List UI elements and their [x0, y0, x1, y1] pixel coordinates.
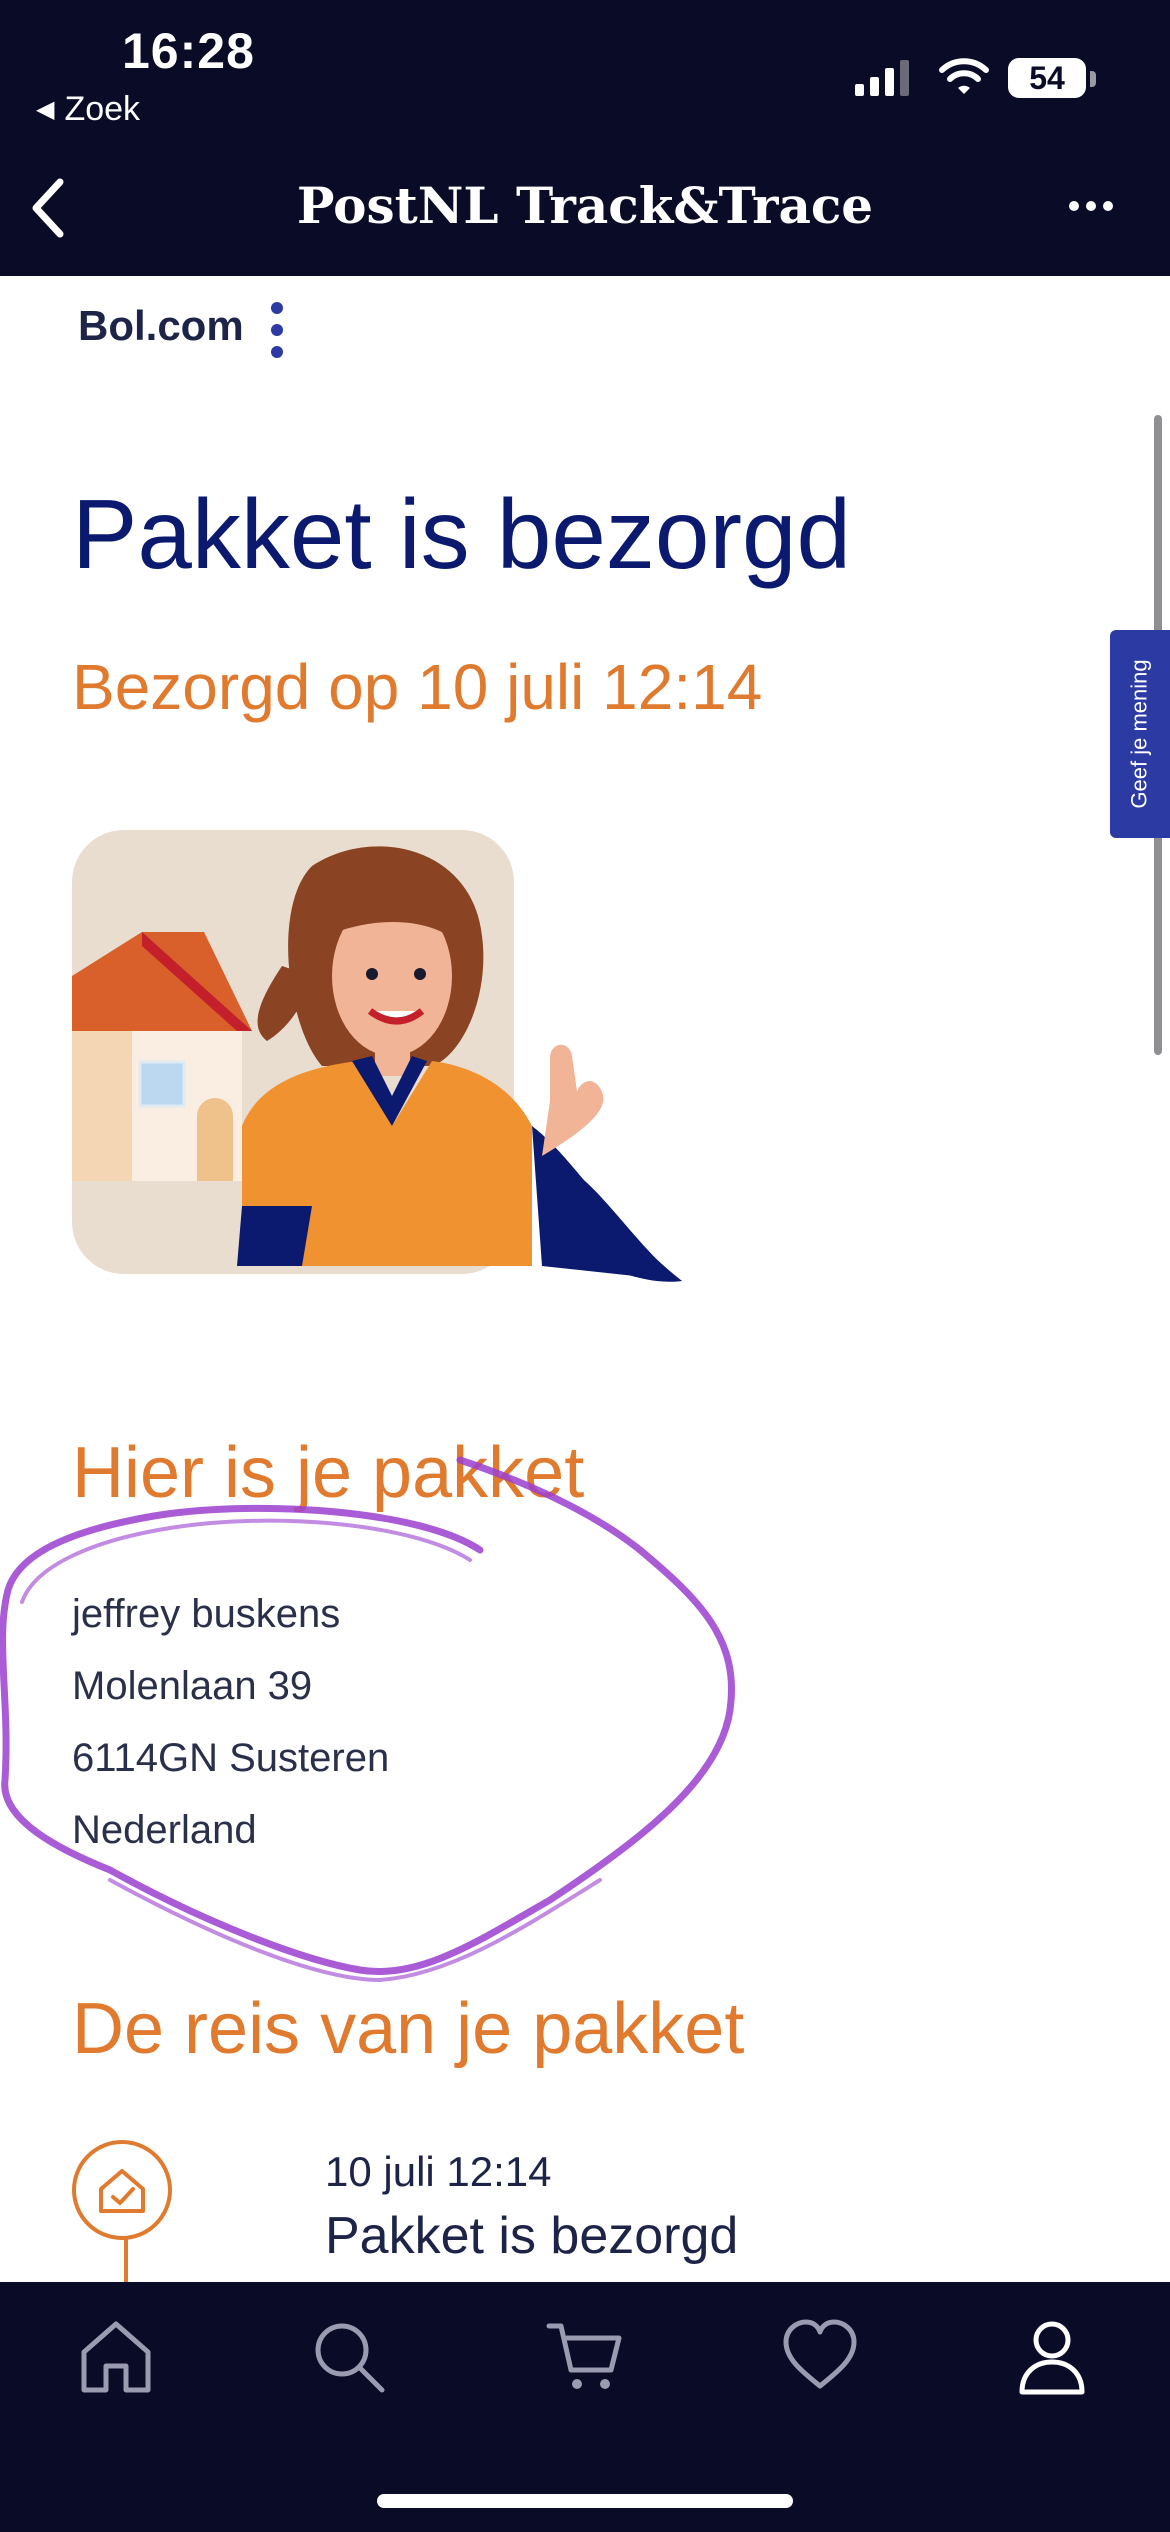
feedback-tab[interactable]: Geef je mening	[1110, 630, 1170, 838]
event-time: 10 juli 12:14	[325, 2148, 552, 2195]
cart-icon[interactable]	[545, 2316, 625, 2396]
back-triangle-icon: ◀	[36, 96, 55, 123]
status-time: 16:28	[122, 23, 255, 79]
user-icon[interactable]	[1012, 2316, 1092, 2396]
home-indicator	[377, 2494, 793, 2508]
wifi-icon	[939, 58, 989, 94]
event-title: Pakket is bezorgd	[325, 2207, 739, 2265]
status-heading: Pakket is bezorgd	[72, 479, 851, 589]
battery-icon: 54	[1008, 58, 1086, 98]
signal-icon	[855, 60, 909, 96]
timeline-line	[124, 2238, 128, 2288]
back-app-label: Zoek	[64, 90, 141, 128]
home-icon[interactable]	[76, 2316, 156, 2396]
battery-cap	[1090, 71, 1096, 87]
delivered-on-text: Bezorgd op 10 juli 12:14	[72, 651, 763, 723]
sender-name: Bol.com	[78, 302, 244, 349]
home-check-icon	[99, 2169, 145, 2213]
more-horizontal-icon[interactable]	[1068, 198, 1114, 214]
page-title: PostNL Track&Trace	[296, 176, 874, 235]
timeline-event-marker	[72, 2140, 172, 2240]
journey-heading: De reis van je pakket	[72, 1989, 745, 2069]
feedback-label: Geef je mening	[1127, 659, 1153, 809]
delivery-illustration	[72, 830, 682, 1282]
heart-icon[interactable]	[780, 2316, 860, 2396]
vertical-dots-icon[interactable]	[270, 300, 284, 360]
back-to-app-link[interactable]: ◀ Zoek	[36, 90, 140, 129]
search-icon[interactable]	[308, 2316, 388, 2396]
scribble-annotation	[0, 1456, 735, 1983]
